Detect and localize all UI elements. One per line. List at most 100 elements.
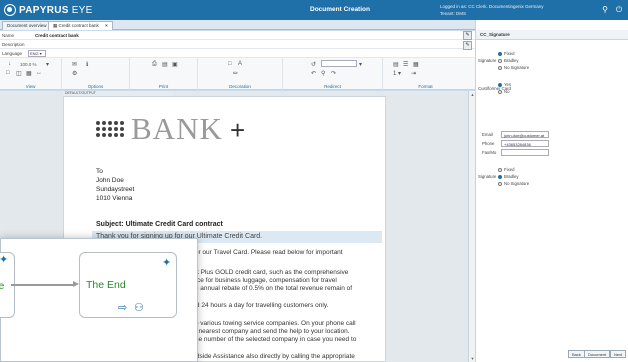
- double-page-icon[interactable]: ◫: [16, 70, 22, 77]
- letter-subject: Subject: Ultimate Credit Card contract: [96, 221, 223, 228]
- papyrus-logo: PAPYRUS EYE: [4, 4, 93, 16]
- bold-icon[interactable]: ▤: [393, 61, 399, 68]
- toolbar-group-redirect: ↺ ▾ ↶ ⚲ ↷ Redirect: [283, 58, 383, 90]
- grid-view-icon[interactable]: ▦: [26, 70, 32, 77]
- panel-header: CC_Signature: [476, 30, 628, 40]
- edit-description-button[interactable]: ✎: [463, 41, 472, 50]
- radio-yes[interactable]: [498, 82, 502, 87]
- radio-none[interactable]: [498, 181, 502, 186]
- signature2-option-fixed[interactable]: Fixed: [498, 167, 515, 172]
- language-label: Language: [2, 51, 23, 56]
- undo-icon[interactable]: ↶: [311, 70, 316, 77]
- table-icon[interactable]: ▦: [413, 61, 419, 68]
- cust-option-no[interactable]: No: [498, 89, 510, 94]
- toolbar-group-label: Options: [87, 84, 104, 89]
- redirect-dropdown-icon[interactable]: ▾: [359, 61, 362, 68]
- draw-icon[interactable]: ✏: [233, 70, 238, 77]
- next-button[interactable]: Next: [610, 350, 627, 358]
- logo-bold-text: PAPYRUS: [19, 4, 69, 16]
- login-line-tenant: Tenant: DMS: [440, 11, 467, 16]
- toolbar-group-print: ⎙ ▤ ▣ Print: [130, 58, 198, 90]
- redirect-icon[interactable]: ↺: [311, 61, 316, 68]
- radio-none[interactable]: [498, 65, 502, 70]
- text-decoration-icon[interactable]: A: [238, 61, 242, 67]
- zoom-value[interactable]: 100.0 %: [20, 62, 37, 67]
- address-line: To: [96, 168, 103, 175]
- print-setup-icon[interactable]: ▣: [172, 61, 178, 68]
- info-icon[interactable]: ℹ: [86, 61, 88, 68]
- toolbar-group-label: Decoration: [229, 84, 251, 89]
- cust-option-yes[interactable]: Yes: [498, 82, 511, 87]
- signature2-option-none[interactable]: No Signature: [498, 181, 529, 186]
- zoom-in-icon[interactable]: ⚲: [321, 70, 325, 77]
- login-line-user: Logged in as: CC Clerk. Documentingenix …: [440, 4, 544, 9]
- redo-icon[interactable]: ↷: [331, 70, 336, 77]
- comment-icon[interactable]: ✉: [72, 61, 77, 68]
- zoom-dropdown-icon[interactable]: ▾: [46, 61, 49, 68]
- zoom-out-icon[interactable]: ↓: [8, 61, 11, 67]
- document-exit-icon[interactable]: ⇨: [118, 301, 127, 314]
- single-page-icon[interactable]: □: [6, 70, 10, 76]
- edit-name-button[interactable]: ✎: [463, 31, 472, 40]
- email-field[interactable]: john.doe@customer.at: [501, 131, 549, 138]
- description-label: Description: [2, 42, 25, 47]
- language-select[interactable]: ENG ▾: [28, 50, 46, 57]
- workflow-overlay: re ✦ ✦ The End ⇨ ⚇: [0, 238, 198, 362]
- tab-document-overview[interactable]: Document overview: [2, 21, 52, 30]
- signature-option-none[interactable]: No Signature: [498, 65, 529, 70]
- radio-no[interactable]: [498, 89, 502, 94]
- align-icon[interactable]: ☰: [403, 61, 408, 68]
- power-icon[interactable]: ⏻: [614, 5, 624, 15]
- redirect-select[interactable]: [321, 60, 357, 67]
- phone-field[interactable]: +43653284836: [501, 140, 549, 147]
- toolbar-group-label: Print: [158, 84, 169, 89]
- fax-label: Fax/Mo: [482, 150, 497, 155]
- document-scrollbar[interactable]: ▲ ▼: [468, 91, 475, 362]
- papyrus-logo-icon: [4, 4, 16, 16]
- tab-label: Credit contract bank: [58, 23, 99, 28]
- fax-field[interactable]: [501, 149, 549, 156]
- name-field[interactable]: Credit contract bank: [35, 33, 79, 38]
- magic-wand-icon[interactable]: ✦: [0, 253, 8, 266]
- radio-bradley[interactable]: [498, 174, 502, 179]
- node-title: The End: [86, 279, 126, 291]
- radio-bradley[interactable]: [498, 58, 502, 63]
- toolbar-group-label: Format: [418, 84, 433, 89]
- workflow-node-end[interactable]: ✦ The End ⇨ ⚇: [79, 252, 177, 318]
- font-size-select[interactable]: 1 ▾: [393, 70, 401, 77]
- radio-fixed[interactable]: [498, 51, 502, 56]
- toolbar-group-label: View: [25, 84, 36, 89]
- shape-icon[interactable]: □: [228, 61, 232, 67]
- person-icon[interactable]: ⚇: [134, 301, 144, 314]
- subject-text: Ultimate Credit Card contract: [125, 221, 223, 228]
- indent-icon[interactable]: ⇥: [411, 70, 416, 77]
- phone-label: Phone: [482, 141, 495, 146]
- tab-credit-contract-bank[interactable]: ▦ Credit contract bank ×: [48, 21, 113, 30]
- close-tab-icon[interactable]: ×: [105, 23, 108, 28]
- settings-icon[interactable]: ⚙: [72, 70, 77, 77]
- document-button[interactable]: Document: [584, 350, 611, 358]
- email-label: Email: [482, 132, 493, 137]
- fit-width-icon[interactable]: ↔: [36, 70, 42, 76]
- magic-wand-icon[interactable]: ✦: [162, 256, 171, 269]
- print-icon[interactable]: ⎙: [152, 61, 157, 68]
- address-line: Sundaystreet: [96, 186, 135, 193]
- bank-logo-dots: [96, 121, 126, 143]
- language-row: Language ENG ▾: [0, 49, 475, 58]
- paragraph-line: vided 24 hours a day for travelling cust…: [184, 302, 329, 309]
- signature-option-bradley[interactable]: Bradley: [498, 58, 519, 63]
- signature2-label: Signature: [478, 174, 497, 179]
- app-title: Document Creation: [310, 6, 370, 13]
- back-button[interactable]: Back: [568, 350, 585, 358]
- address-line: John Doe: [96, 177, 124, 184]
- radio-fixed[interactable]: [498, 167, 502, 172]
- print-preview-icon[interactable]: ▤: [162, 61, 168, 68]
- tab-strip: Document overview ▦ Credit contract bank…: [0, 20, 475, 30]
- tab-doc-icon: ▦: [53, 23, 58, 28]
- paragraph-line: up for our Travel Card. Please read belo…: [184, 249, 343, 256]
- address-line: 1010 Vienna: [96, 195, 133, 202]
- search-icon[interactable]: ⚲: [600, 5, 610, 15]
- signature2-option-bradley[interactable]: Bradley: [498, 174, 519, 179]
- signature-option-fixed[interactable]: Fixed: [498, 51, 515, 56]
- toolbar-group-format: ▤ ☰ ▦ 1 ▾ ⇥ Format: [383, 58, 468, 90]
